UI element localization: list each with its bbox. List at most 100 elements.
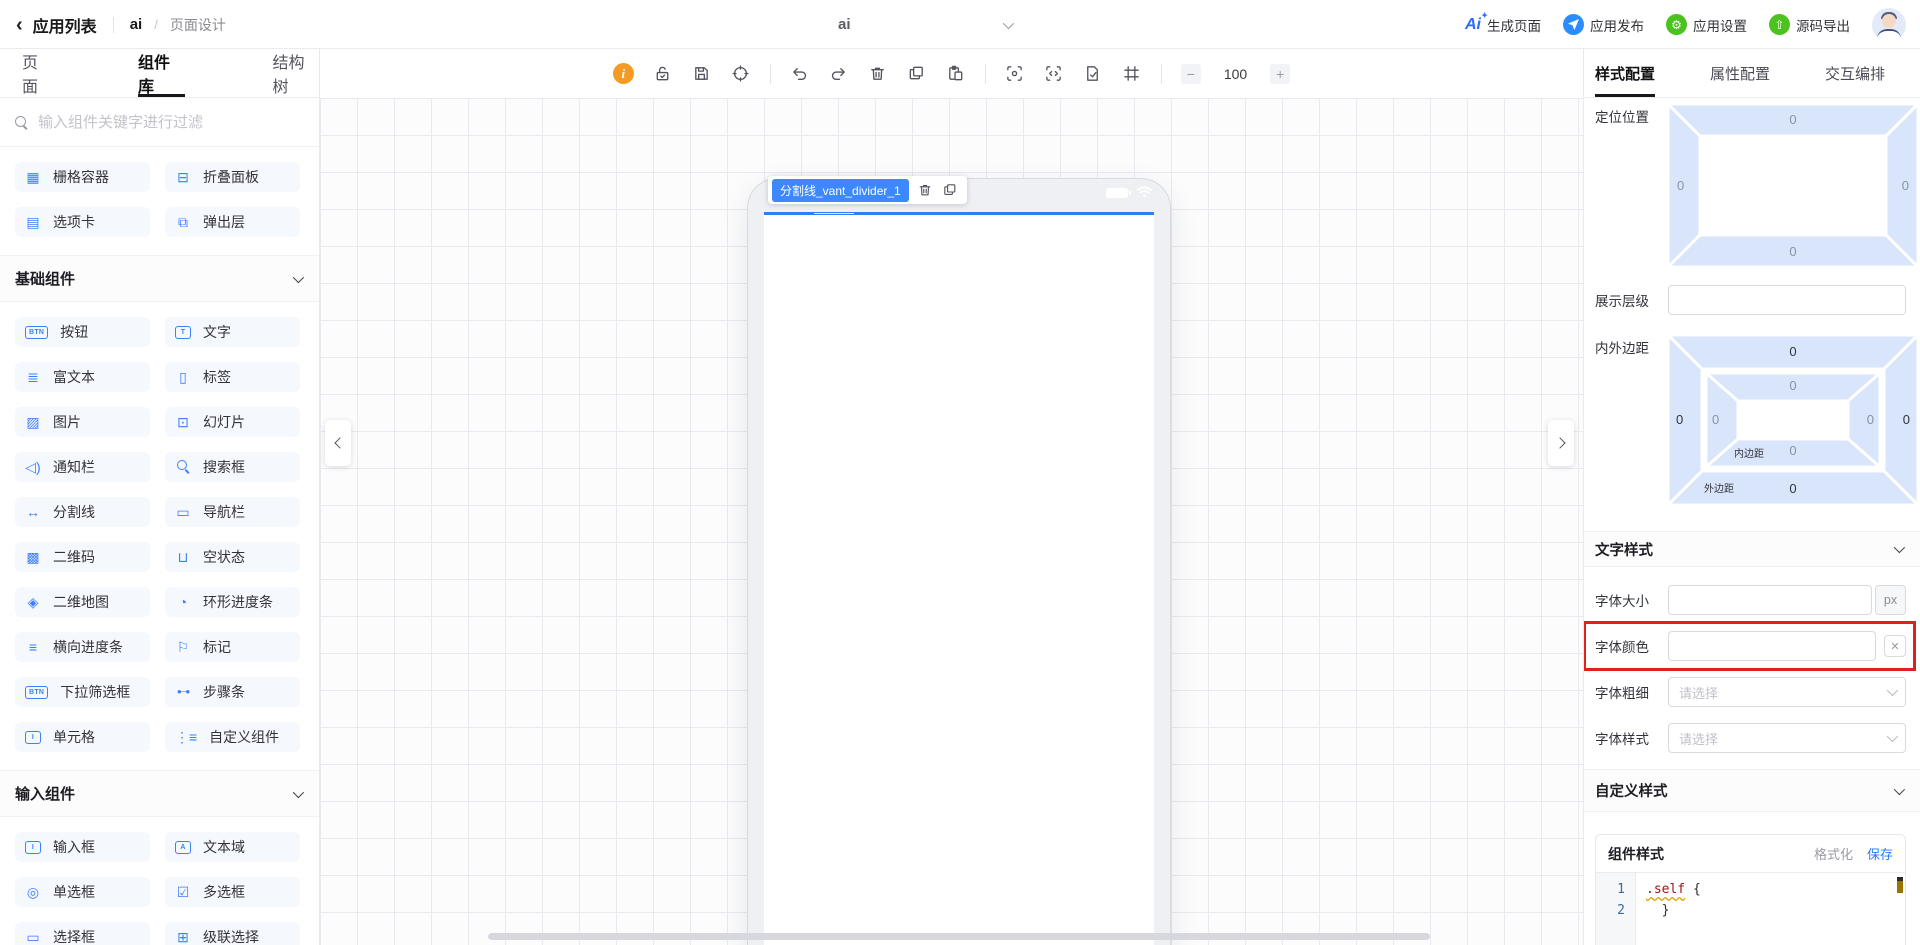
component-chip-tag[interactable]: ▯ 标签 (165, 362, 300, 392)
chevron-down-icon[interactable] (1893, 541, 1906, 554)
component-chip-checkbox[interactable]: ☑ 多选框 (165, 877, 300, 907)
component-chip-text[interactable]: T 文字 (165, 317, 300, 347)
component-chip-steps[interactable]: ●─● 步骤条 (165, 677, 300, 707)
redo-icon[interactable] (829, 64, 849, 84)
padding-bottom-value[interactable]: 0 (1668, 443, 1918, 458)
tab-pages[interactable]: 页面 (22, 49, 53, 97)
component-chip-marker[interactable]: ⚐ 标记 (165, 632, 300, 662)
chevron-down-icon[interactable] (292, 786, 305, 798)
component-chip-tabs[interactable]: ▤ 选项卡 (15, 207, 150, 237)
page-selector[interactable]: ai (838, 0, 1014, 49)
app-name[interactable]: ai (130, 16, 143, 33)
copy-icon[interactable] (907, 64, 927, 84)
delete-component-icon[interactable] (917, 182, 934, 199)
save-icon[interactable] (692, 64, 712, 84)
crosshair-icon[interactable] (731, 64, 751, 84)
chevron-down-icon[interactable] (292, 271, 305, 283)
component-chip-radio[interactable]: ◎ 单选框 (15, 877, 150, 907)
info-icon[interactable]: i (612, 63, 634, 84)
save-style-button[interactable]: 保存 (1867, 844, 1893, 863)
component-chip-slideshow[interactable]: ⊡ 幻灯片 (165, 407, 300, 437)
selected-divider-component[interactable] (764, 212, 1154, 215)
component-chip-map[interactable]: ◈ 二维地图 (15, 587, 150, 617)
component-chip-divider[interactable]: ↔ 分割线 (15, 497, 150, 527)
tab-component-library[interactable]: 组件库 (138, 49, 185, 97)
position-right-value[interactable]: 0 (1902, 178, 1909, 193)
component-chip-input[interactable]: I 输入框 (15, 832, 150, 862)
tab-interaction[interactable]: 交互编排 (1825, 49, 1885, 97)
font-weight-select[interactable]: 请选择 (1668, 677, 1906, 707)
back-to-app-list[interactable]: 应用列表 (33, 13, 97, 37)
avatar[interactable] (1872, 7, 1906, 42)
chevron-down-icon[interactable] (1002, 17, 1014, 29)
position-bottom-value[interactable]: 0 (1668, 244, 1918, 259)
current-page-name[interactable]: ai (838, 16, 851, 33)
component-chip-image[interactable]: ▨ 图片 (15, 407, 150, 437)
app-settings-button[interactable]: ⚙ 应用设置 (1666, 14, 1747, 35)
code-line[interactable]: } (1646, 900, 1701, 921)
export-code-button[interactable]: ⇧ 源码导出 (1769, 14, 1850, 35)
tab-style-config[interactable]: 样式配置 (1595, 49, 1656, 97)
zoom-in-button[interactable]: + (1270, 63, 1291, 84)
position-left-value[interactable]: 0 (1677, 178, 1684, 193)
component-chip-grid-container[interactable]: ▦ 栅格容器 (15, 162, 150, 192)
tab-props-config[interactable]: 属性配置 (1710, 49, 1770, 97)
component-chip-popup-layer[interactable]: ⧉ 弹出层 (165, 207, 300, 237)
font-color-input[interactable] (1668, 631, 1876, 661)
component-chip-textarea[interactable]: A 文本域 (165, 832, 300, 862)
code-content[interactable]: .self { } (1636, 873, 1701, 945)
font-size-input[interactable] (1668, 585, 1872, 615)
component-chip-empty-state[interactable]: ⊔ 空状态 (165, 542, 300, 572)
padding-right-value[interactable]: 0 (1867, 412, 1874, 427)
css-code-editor[interactable]: 12 .self { } (1596, 873, 1905, 945)
component-chip-qrcode[interactable]: ▩ 二维码 (15, 542, 150, 572)
back-chevron-icon[interactable]: ‹ (16, 15, 23, 35)
component-group-header[interactable]: 基础组件 (0, 255, 319, 302)
publish-app-button[interactable]: 应用发布 (1563, 14, 1644, 35)
code-line[interactable]: .self { (1646, 879, 1701, 900)
format-button[interactable]: 格式化 (1814, 844, 1853, 863)
z-index-input[interactable] (1668, 285, 1906, 315)
chevron-down-icon[interactable] (1893, 783, 1906, 795)
margin-top-value[interactable]: 0 (1668, 344, 1918, 359)
component-chip-collapse-panel[interactable]: ⊟ 折叠面板 (165, 162, 300, 192)
margin-right-value[interactable]: 0 (1903, 412, 1910, 427)
code-scan-icon[interactable] (1044, 64, 1064, 84)
undo-icon[interactable] (790, 64, 810, 84)
page-check-icon[interactable] (1083, 64, 1103, 84)
delete-icon[interactable] (868, 64, 888, 84)
duplicate-component-icon[interactable] (942, 182, 959, 199)
canvas-next-button[interactable] (1548, 420, 1574, 466)
selected-component-label[interactable]: 分割线_vant_divider_1 (772, 178, 909, 202)
padding-top-value[interactable]: 0 (1668, 378, 1918, 393)
paste-icon[interactable] (946, 64, 966, 84)
component-group-header[interactable]: 输入组件 (0, 770, 319, 817)
tab-structure-tree[interactable]: 结构树 (273, 49, 320, 97)
component-chip-rich-text[interactable]: ≣ 富文本 (15, 362, 150, 392)
component-chip-notice-bar[interactable]: ◁) 通知栏 (15, 452, 150, 482)
clear-color-button[interactable]: ✕ (1884, 635, 1906, 657)
component-chip-circular-progress[interactable]: ◔ 环形进度条 (165, 587, 300, 617)
custom-style-section-header[interactable]: 自定义样式 (1584, 769, 1920, 812)
component-chip-cell[interactable]: I 单元格 (15, 722, 150, 752)
canvas-prev-button[interactable] (325, 420, 351, 466)
horizontal-scrollbar[interactable] (488, 933, 1430, 940)
component-chip-search-box[interactable]: 搜索框 (165, 452, 300, 482)
font-style-select[interactable]: 请选择 (1668, 723, 1906, 753)
spacing-box-widget[interactable]: 0 0 0 0 0 0 0 0 内边距 外边距 (1664, 331, 1920, 509)
component-chip-button[interactable]: BTN 按钮 (15, 317, 150, 347)
padding-left-value[interactable]: 0 (1712, 412, 1719, 427)
text-style-section-header[interactable]: 文字样式 (1584, 531, 1920, 567)
component-chip-dropdown-filter[interactable]: BTN 下拉筛选框 (15, 677, 150, 707)
frame-icon[interactable] (1122, 64, 1142, 84)
position-top-value[interactable]: 0 (1668, 112, 1918, 127)
preview-scan-icon[interactable] (1005, 64, 1025, 84)
phone-screen[interactable] (764, 212, 1154, 945)
component-search-input[interactable] (38, 113, 304, 131)
component-chip-select[interactable]: ▭ 选择框 (15, 922, 150, 945)
component-chip-navbar[interactable]: ▭ 导航栏 (165, 497, 300, 527)
margin-left-value[interactable]: 0 (1676, 412, 1683, 427)
generate-page-button[interactable]: Ai 生成页面 (1465, 11, 1541, 35)
component-chip-linear-progress[interactable]: ≡ 横向进度条 (15, 632, 150, 662)
component-chip-cascader[interactable]: ⊞ 级联选择 (165, 922, 300, 945)
